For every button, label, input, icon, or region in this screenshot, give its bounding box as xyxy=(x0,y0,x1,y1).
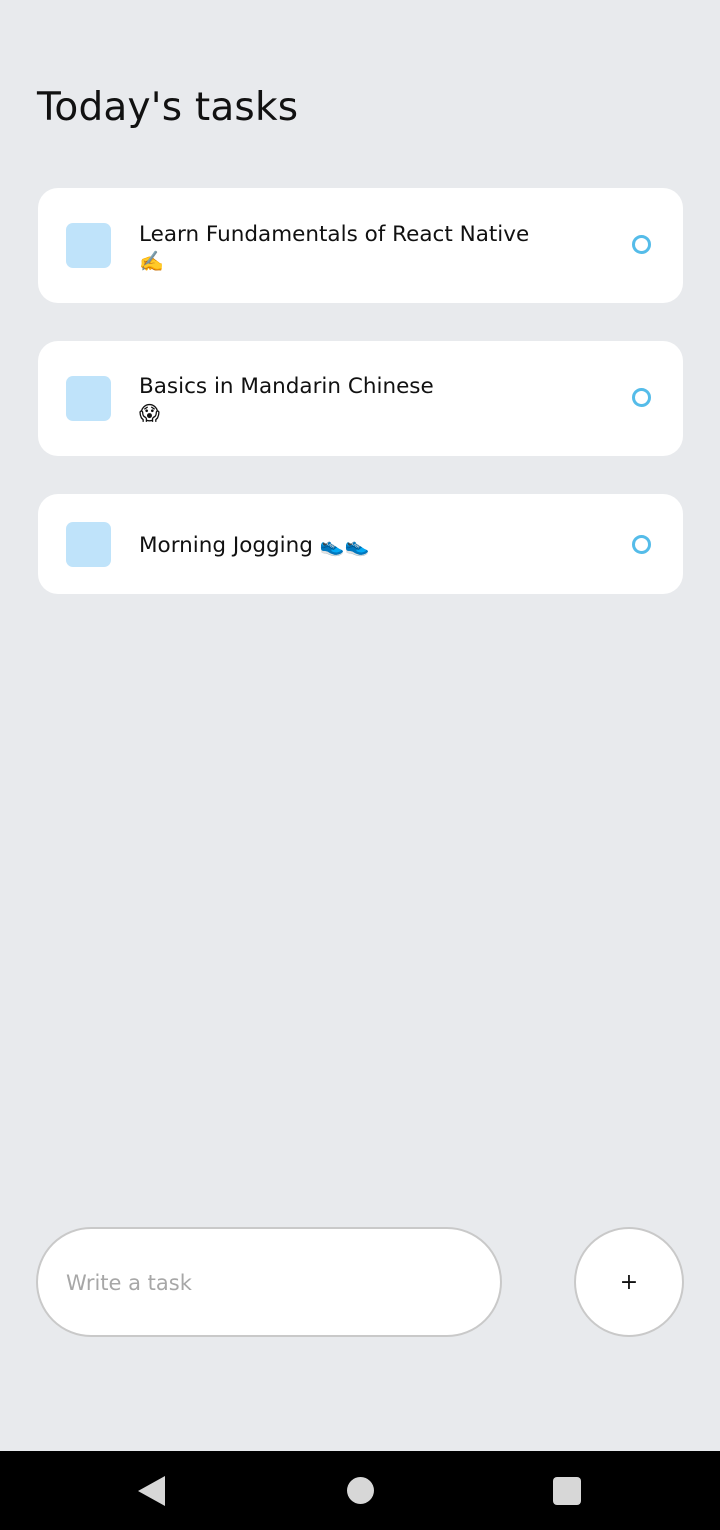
task-emoji: 👟👟 xyxy=(319,533,370,557)
task-emoji: ✍️ xyxy=(139,249,164,273)
task-emoji: 😱 xyxy=(139,401,160,425)
recent-square-icon[interactable] xyxy=(553,1477,581,1505)
task-input-container xyxy=(36,1227,502,1337)
square-icon[interactable] xyxy=(66,223,111,268)
task-label: Learn Fundamentals of React Native xyxy=(139,222,530,247)
back-triangle-icon[interactable] xyxy=(138,1476,165,1506)
task-text: Learn Fundamentals of React Native ✍️ xyxy=(139,221,563,275)
circle-icon[interactable] xyxy=(632,535,651,554)
page-title: Today's tasks xyxy=(37,85,299,130)
task-item[interactable]: Learn Fundamentals of React Native ✍️ xyxy=(38,188,683,303)
task-input[interactable] xyxy=(64,1229,468,1337)
system-navigation-bar xyxy=(0,1451,720,1530)
add-task-button[interactable]: + xyxy=(574,1227,684,1337)
square-icon[interactable] xyxy=(66,376,111,421)
task-item[interactable]: Morning Jogging 👟👟 xyxy=(38,494,683,594)
task-text: Basics in Mandarin Chinese 😱 xyxy=(139,373,563,427)
task-text: Morning Jogging 👟👟 xyxy=(139,532,563,559)
circle-icon[interactable] xyxy=(632,235,651,254)
task-label: Morning Jogging xyxy=(139,533,313,558)
home-circle-icon[interactable] xyxy=(347,1477,374,1504)
square-icon[interactable] xyxy=(66,522,111,567)
circle-icon[interactable] xyxy=(632,388,651,407)
task-item[interactable]: Basics in Mandarin Chinese 😱 xyxy=(38,341,683,456)
task-label: Basics in Mandarin Chinese xyxy=(139,374,434,399)
